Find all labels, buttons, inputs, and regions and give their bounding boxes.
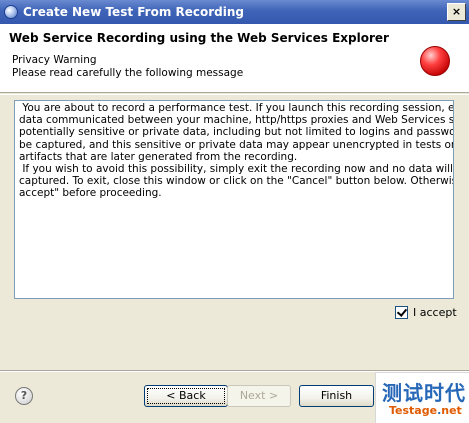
next-button[interactable]: Next > [227, 385, 291, 407]
watermark-en: Testage.net [389, 404, 462, 417]
finish-button[interactable]: Finish [299, 385, 374, 407]
title-bar: Create New Test From Recording × [0, 0, 469, 24]
window-title: Create New Test From Recording [23, 5, 245, 19]
privacy-warning-label: Privacy Warning [12, 54, 97, 66]
back-button[interactable]: < Back [144, 385, 228, 407]
warning-message-text: You are about to record a performance te… [19, 102, 454, 200]
help-icon[interactable]: ? [15, 387, 33, 405]
error-circle-icon [420, 46, 450, 76]
page-title: Web Service Recording using the Web Serv… [9, 31, 389, 45]
header-separator [0, 94, 469, 95]
watermark-en-part1: Testage [389, 404, 438, 417]
instruction-label: Please read carefully the following mess… [12, 67, 244, 79]
accept-checkbox[interactable] [395, 306, 408, 319]
wizard-header: Web Service Recording using the Web Serv… [0, 24, 469, 93]
accept-label[interactable]: I accept [413, 306, 457, 319]
accept-row[interactable]: I accept [395, 306, 457, 319]
watermark-logo: 测试时代 Testage.net [375, 372, 469, 423]
watermark-cn: 测试时代 [382, 381, 466, 405]
focus-ring [147, 388, 225, 404]
watermark-en-part2: net [441, 404, 462, 417]
warning-message-textarea[interactable]: You are about to record a performance te… [14, 100, 454, 299]
app-icon [4, 5, 18, 19]
close-button[interactable]: × [447, 3, 466, 21]
